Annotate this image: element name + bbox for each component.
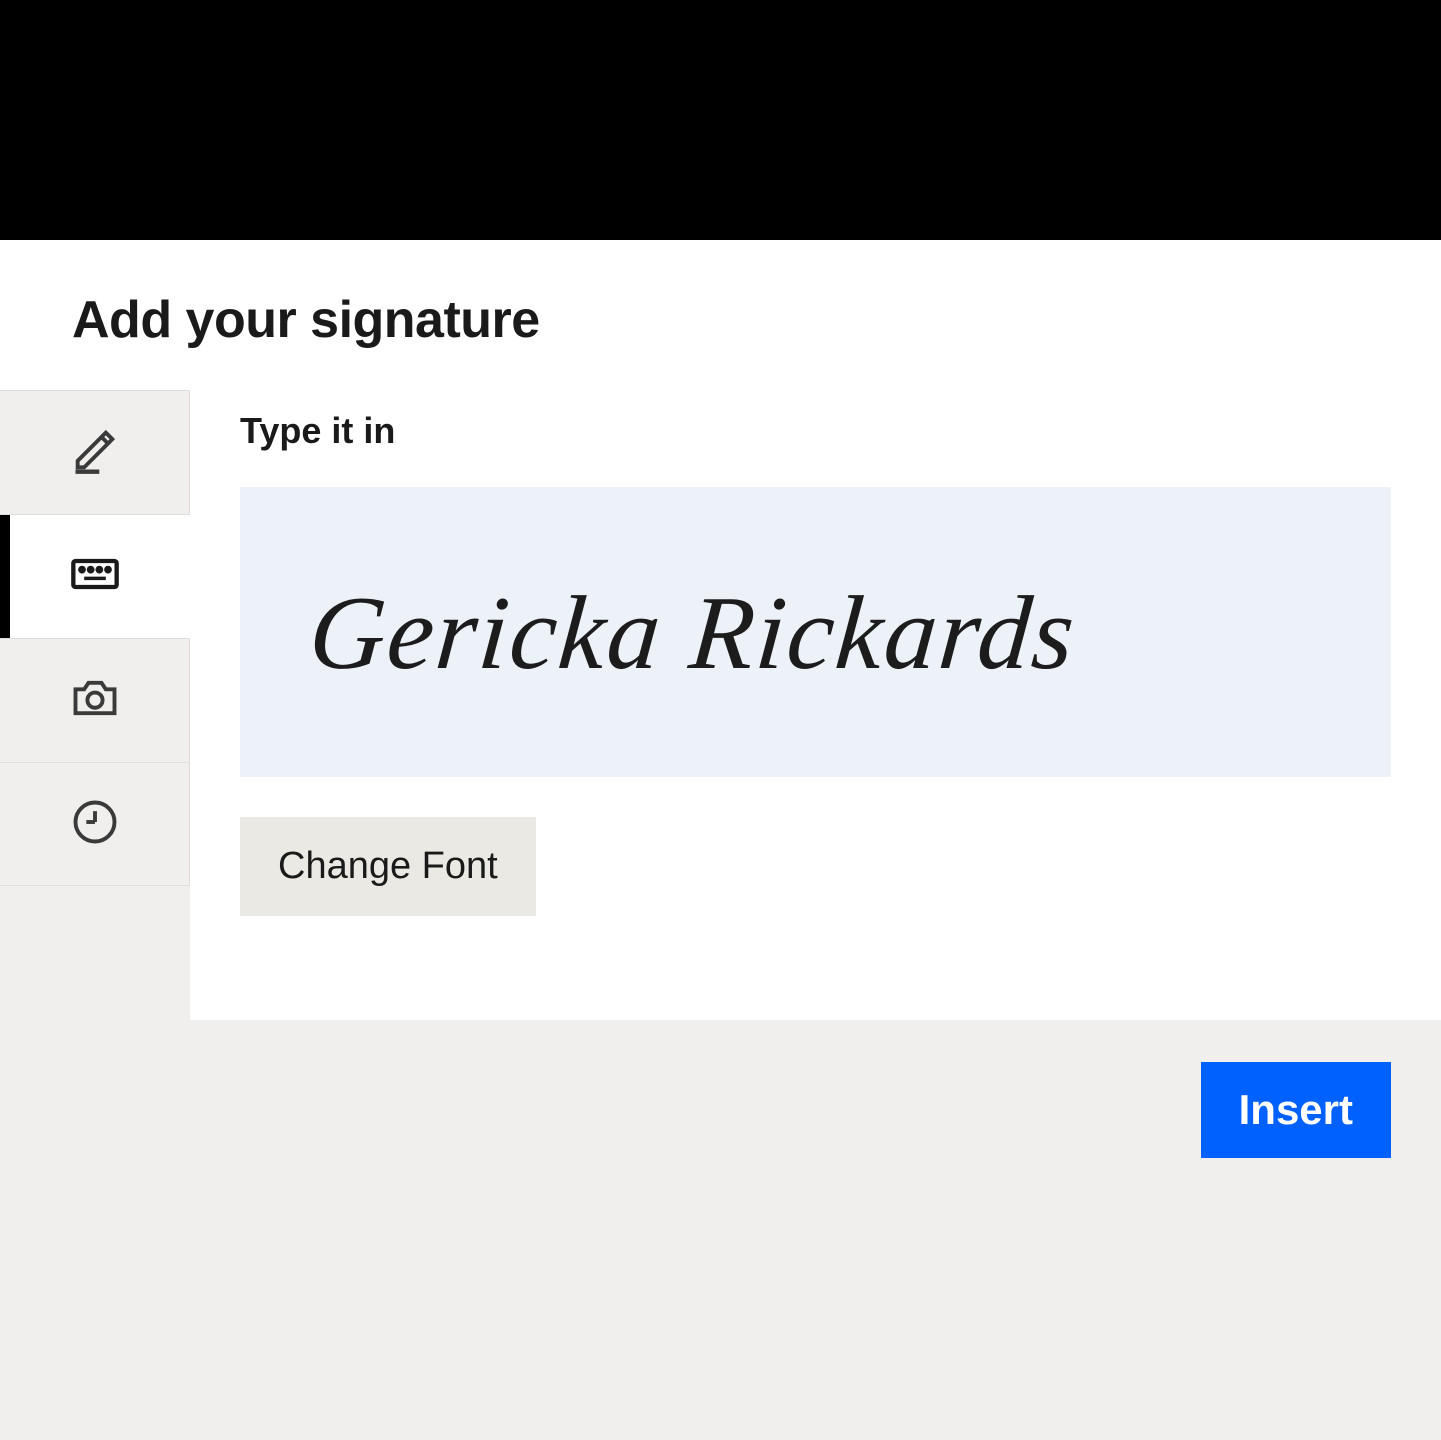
modal-body: Type it in Gericka Rickards Change Font (0, 390, 1441, 1020)
camera-icon (69, 672, 121, 729)
signature-mode-sidebar (0, 390, 190, 1020)
keyboard-icon (69, 548, 121, 605)
change-font-button[interactable]: Change Font (240, 817, 536, 916)
panel-label: Type it in (240, 410, 1391, 452)
modal-footer: Insert (0, 1020, 1441, 1160)
pencil-icon (69, 424, 121, 481)
tab-camera[interactable] (0, 638, 190, 762)
clock-icon (69, 796, 121, 853)
type-signature-panel: Type it in Gericka Rickards Change Font (190, 390, 1441, 1020)
modal-title: Add your signature (0, 240, 1441, 390)
tab-recent[interactable] (0, 762, 190, 886)
signature-preview[interactable]: Gericka Rickards (240, 487, 1391, 777)
tab-type[interactable] (0, 514, 190, 638)
signature-modal: Add your signature (0, 240, 1441, 1020)
tab-draw[interactable] (0, 390, 190, 514)
signature-text: Gericka Rickards (305, 572, 1081, 693)
insert-button[interactable]: Insert (1201, 1062, 1391, 1158)
top-bar (0, 0, 1441, 240)
